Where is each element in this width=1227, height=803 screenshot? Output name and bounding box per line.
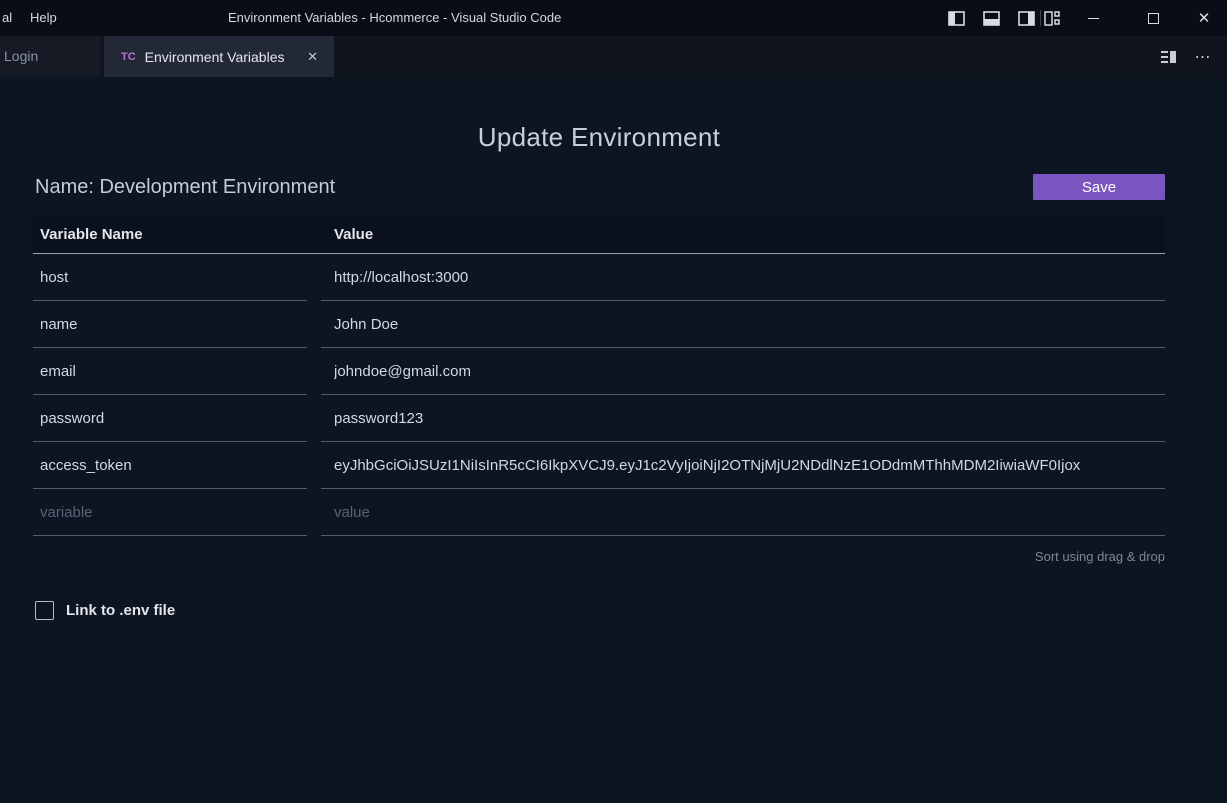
link-env-checkbox[interactable] bbox=[35, 601, 54, 620]
variable-name-input[interactable] bbox=[33, 348, 307, 395]
page-title: Update Environment bbox=[33, 120, 1165, 154]
table-row bbox=[33, 442, 1165, 489]
variable-value-input[interactable] bbox=[321, 348, 1165, 395]
menu-item-help[interactable]: Help bbox=[24, 0, 63, 36]
editor-actions: ⋯ bbox=[1157, 36, 1227, 77]
variable-name-input[interactable] bbox=[33, 395, 307, 442]
save-button[interactable]: Save bbox=[1033, 174, 1165, 200]
toggle-secondary-sidebar-icon[interactable] bbox=[1016, 8, 1036, 28]
variable-name-input[interactable] bbox=[33, 301, 307, 348]
table-row bbox=[33, 301, 1165, 348]
table-row-new bbox=[33, 489, 1165, 536]
variable-value-input[interactable] bbox=[321, 301, 1165, 348]
link-env-row: Link to .env file bbox=[33, 601, 1165, 620]
variable-name-input[interactable] bbox=[33, 254, 307, 301]
variable-value-input[interactable] bbox=[321, 254, 1165, 301]
toggle-primary-sidebar-icon[interactable] bbox=[946, 8, 966, 28]
new-variable-name-input[interactable] bbox=[33, 489, 307, 536]
variables-table: Variable Name Value bbox=[33, 215, 1165, 536]
sort-hint-text: Sort using drag & drop bbox=[33, 549, 1165, 564]
title-bar: al Help Environment Variables - Hcommerc… bbox=[0, 0, 1227, 36]
close-tab-icon[interactable]: ✕ bbox=[303, 47, 322, 67]
maximize-icon bbox=[1148, 13, 1159, 24]
minimize-button[interactable] bbox=[1070, 0, 1116, 36]
editor-tab-bar: Login TC Environment Variables ✕ ⋯ bbox=[0, 36, 1227, 77]
new-variable-value-input[interactable] bbox=[321, 489, 1165, 536]
close-window-icon: ✕ bbox=[1198, 11, 1211, 26]
environment-name-row: Name: Development Environment Save bbox=[33, 174, 1165, 200]
table-row bbox=[33, 348, 1165, 395]
column-header-value: Value bbox=[321, 226, 1165, 243]
tab-environment-variables[interactable]: TC Environment Variables ✕ bbox=[104, 36, 334, 77]
tab-login[interactable]: Login bbox=[0, 36, 100, 77]
table-row bbox=[33, 395, 1165, 442]
close-window-button[interactable]: ✕ bbox=[1181, 0, 1227, 36]
variable-name-input[interactable] bbox=[33, 442, 307, 489]
minimize-icon bbox=[1088, 18, 1099, 19]
menu-item-terminal-truncated[interactable]: al bbox=[0, 0, 18, 36]
toggle-panel-icon[interactable] bbox=[981, 8, 1001, 28]
environment-name-label: Name: Development Environment bbox=[33, 176, 335, 199]
tab-label: Environment Variables bbox=[145, 49, 303, 65]
titlebar-divider bbox=[1040, 10, 1041, 26]
more-actions-icon[interactable]: ⋯ bbox=[1191, 45, 1215, 69]
maximize-button[interactable] bbox=[1130, 0, 1176, 36]
customize-layout-icon[interactable] bbox=[1042, 8, 1062, 28]
split-editor-icon[interactable] bbox=[1157, 45, 1181, 69]
column-header-variable-name: Variable Name bbox=[33, 226, 321, 243]
variable-value-input[interactable] bbox=[321, 395, 1165, 442]
table-row bbox=[33, 254, 1165, 301]
window-title: Environment Variables - Hcommerce - Visu… bbox=[228, 0, 561, 36]
link-env-label: Link to .env file bbox=[66, 602, 175, 619]
environment-editor: Update Environment Name: Development Env… bbox=[0, 77, 1227, 803]
table-header: Variable Name Value bbox=[33, 215, 1165, 254]
variable-value-input[interactable] bbox=[321, 442, 1165, 489]
thunder-client-icon: TC bbox=[121, 51, 136, 63]
